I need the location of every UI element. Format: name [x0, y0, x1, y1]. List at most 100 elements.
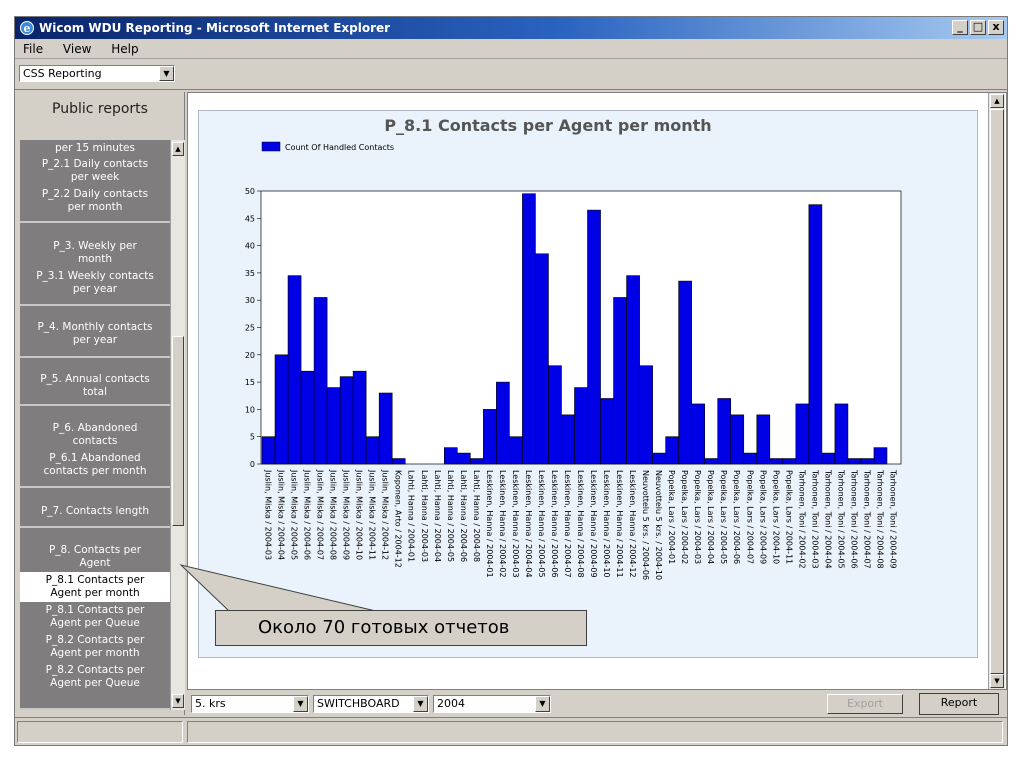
y-tick-label: 50 [245, 187, 255, 196]
report-group: P_7. Contacts length [20, 492, 170, 528]
bar [600, 398, 614, 465]
report-item[interactable]: P_2.2 Daily contacts per month [20, 186, 170, 216]
x-tick-label: Leskinen, Hanna / 2004-04 [524, 470, 533, 578]
report-item[interactable]: P_8.2 Contacts per Agent per month [20, 632, 170, 662]
report-group: P_4. Monthly contacts per year [20, 310, 170, 358]
bar [261, 436, 276, 465]
x-tick-label: Tarhonen, Toni / 2004-03 [810, 469, 819, 569]
bar [300, 370, 315, 465]
menu-file[interactable]: File [15, 39, 51, 56]
report-item[interactable]: P_8.1 Contacts per Agent per Queue [20, 602, 170, 632]
y-tick-label: 5 [250, 433, 255, 442]
x-tick-label: Popelka, Lars / 2004-05 [719, 470, 728, 564]
report-button[interactable]: Report [919, 693, 999, 715]
x-tick-label: Tarhonen, Toni / 2004-07 [862, 469, 871, 569]
queue-select[interactable]: SWITCHBOARD ▼ [313, 695, 429, 713]
year-select-value: 2004 [437, 697, 465, 710]
bar [326, 387, 341, 465]
menu-view[interactable]: View [55, 39, 99, 56]
bar [834, 403, 849, 465]
x-tick-label: Tarhonen, Toni / 2004-08 [875, 469, 884, 569]
bar [782, 458, 797, 465]
callout-box: Около 70 готовых отчетов [215, 610, 587, 646]
x-tick-label: Popelka, Lars / 2004-04 [706, 470, 715, 564]
bar [574, 387, 588, 465]
maximize-button[interactable]: □ [970, 20, 986, 35]
x-tick-label: Tarhonen, Toni / 2004-09 [888, 469, 897, 569]
x-tick-label: Leskinen, Hanna / 2004-10 [602, 470, 611, 578]
report-item[interactable]: P_4. Monthly contacts per year [20, 320, 170, 348]
app-select-value: CSS Reporting [23, 67, 102, 80]
scroll-down-icon[interactable]: ▼ [172, 694, 184, 708]
legend-swatch [261, 141, 281, 152]
report-item[interactable]: P_5. Annual contacts total [20, 372, 170, 400]
bar [561, 414, 575, 465]
chart-title: P_8.1 Contacts per Agent per month [384, 116, 711, 135]
report-item[interactable]: P_3.1 Weekly contacts per year [20, 268, 170, 298]
scroll-down-icon[interactable]: ▼ [990, 674, 1004, 688]
report-scroll-thumb[interactable] [990, 109, 1004, 674]
bar [808, 204, 823, 465]
bar [496, 381, 510, 465]
report-item[interactable]: P_8.2 Contacts per Agent per Queue [20, 662, 170, 692]
chevron-down-icon[interactable]: ▼ [159, 66, 174, 81]
floor-select-value: 5. krs [195, 697, 226, 710]
chevron-down-icon[interactable]: ▼ [413, 696, 428, 712]
x-tick-label: Juslin, Miska / 2004-10 [355, 469, 364, 560]
floor-select[interactable]: 5. krs ▼ [191, 695, 309, 713]
x-tick-label: Juslin, Miska / 2004-09 [342, 469, 351, 560]
y-tick-label: 10 [245, 405, 255, 414]
chevron-down-icon[interactable]: ▼ [535, 696, 550, 712]
app-select[interactable]: CSS Reporting ▼ [19, 65, 175, 82]
report-scrollbar[interactable]: ▲ ▼ [988, 93, 1005, 689]
bar [613, 297, 627, 465]
callout-text: Около 70 готовых отчетов [258, 617, 510, 638]
title-bar: e Wicom WDU Reporting - Microsoft Intern… [15, 17, 1007, 39]
bar [769, 458, 784, 465]
close-button[interactable]: x [988, 20, 1004, 35]
chevron-down-icon[interactable]: ▼ [293, 696, 308, 712]
bar [535, 253, 549, 465]
export-button[interactable]: Export [827, 694, 903, 714]
year-select[interactable]: 2004 ▼ [433, 695, 551, 713]
x-tick-label: Lahti, Hanna / 2004-05 [446, 470, 455, 562]
bar [652, 452, 666, 465]
x-tick-label: Popelka, Lars / 2004-06 [732, 470, 741, 564]
report-item[interactable]: P_7. Contacts length [20, 504, 170, 519]
x-tick-label: Lahti, Hanna / 2004-01 [407, 470, 416, 562]
scroll-up-icon[interactable]: ▲ [990, 94, 1004, 108]
report-item-selected[interactable]: P_8.1 Contacts per Agent per month [20, 572, 170, 602]
bar [860, 458, 875, 465]
bar [274, 354, 289, 465]
x-tick-label: Popelka, Lars / 2004-01 [667, 470, 676, 564]
x-tick-label: Leskinen, Hanna / 2004-08 [576, 470, 585, 578]
sidebar-scrollbar[interactable]: ▲ ▼ [170, 140, 185, 710]
bar [730, 414, 745, 465]
scroll-up-icon[interactable]: ▲ [172, 142, 184, 156]
menu-help[interactable]: Help [103, 39, 146, 56]
x-tick-label: Neuvottelu 5 krs. / 2004-10 [654, 470, 663, 580]
sidebar-scroll-thumb[interactable] [172, 336, 184, 526]
report-item[interactable]: P_3. Weekly per month [20, 238, 170, 268]
bar [691, 403, 705, 465]
report-item[interactable]: per 15 minutes [20, 140, 170, 156]
x-tick-label: Lahti, Hanna / 2004-03 [420, 470, 429, 562]
y-tick-label: 35 [245, 269, 255, 278]
x-tick-label: Juslin, Miska / 2004-07 [316, 469, 325, 560]
bar [352, 370, 367, 465]
report-group: P_8. Contacts per Agent P_8.1 Contacts p… [20, 532, 170, 710]
bar [522, 193, 536, 465]
bar [873, 447, 888, 465]
x-tick-label: Tarhonen, Toni / 2004-02 [797, 469, 806, 569]
report-item[interactable]: P_8. Contacts per Agent [20, 542, 170, 572]
x-tick-label: Leskinen, Hanna / 2004-12 [628, 470, 637, 578]
report-item[interactable]: P_6. Abandoned contacts [20, 420, 170, 450]
x-tick-label: Leskinen, Hanna / 2004-06 [550, 470, 559, 578]
report-item[interactable]: P_6.1 Abandoned contacts per month [20, 450, 170, 480]
queue-select-value: SWITCHBOARD [317, 697, 400, 710]
minimize-button[interactable]: _ [952, 20, 968, 35]
report-item[interactable]: P_2.1 Daily contacts per week [20, 156, 170, 186]
x-tick-label: Tarhonen, Toni / 2004-06 [849, 469, 858, 569]
bar [339, 376, 354, 465]
x-tick-label: Popelka, Lars / 2004-11 [784, 470, 793, 564]
